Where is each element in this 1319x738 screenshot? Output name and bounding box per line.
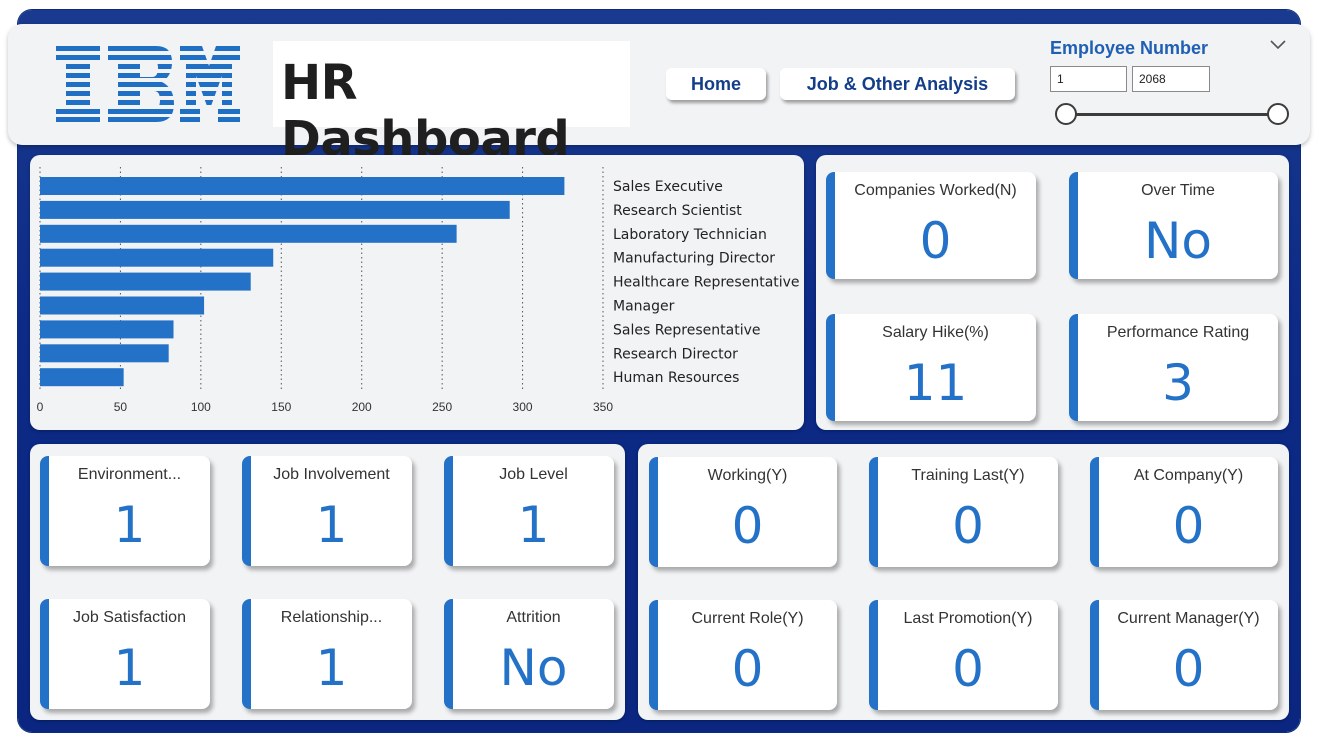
kpi-value: 0 — [731, 640, 764, 698]
x-tick-label: 200 — [352, 400, 372, 414]
bar[interactable] — [40, 344, 169, 363]
kpi-value: 0 — [1172, 640, 1205, 698]
kpi-card-salary-hike: Salary Hike(%) 11 — [826, 314, 1036, 421]
kpi-label: Companies Worked(N) — [854, 182, 1017, 199]
slicer-max-input[interactable]: 2068 — [1132, 66, 1210, 92]
title-box: HR Dashboard — [273, 41, 630, 167]
kpi-value: 1 — [315, 639, 348, 697]
kpi-label: Current Role(Y) — [691, 610, 804, 627]
bar[interactable] — [40, 177, 565, 195]
home-button[interactable]: Home — [666, 68, 766, 100]
kpi-value: 11 — [903, 354, 968, 412]
kpi-value: 0 — [919, 212, 952, 270]
bar[interactable] — [40, 368, 124, 387]
category-label: Healthcare Representative — [613, 275, 800, 291]
category-label: Laboratory Technician — [613, 227, 767, 243]
x-tick-label: 50 — [114, 400, 128, 414]
kpi-label: Job Involvement — [273, 466, 390, 483]
x-tick-label: 250 — [432, 400, 452, 414]
bar[interactable] — [40, 320, 174, 339]
kpi-card-current-role: Current Role(Y) 0 — [649, 600, 837, 710]
slider-min-handle[interactable] — [1055, 103, 1077, 125]
x-tick-label: 300 — [513, 400, 533, 414]
kpi-card-job-satisfaction: Job Satisfaction 1 — [40, 599, 210, 709]
job-role-chart-panel: 0 50 100 150 200 250 300 350 Sales Executive Rese… — [30, 155, 804, 430]
kpi-card-performance-rating: Performance Rating 3 — [1069, 314, 1278, 421]
kpi-label: Job Satisfaction — [73, 609, 186, 626]
kpi-card-over-time: Over Time No — [1069, 172, 1278, 279]
category-label: Sales Representative — [613, 322, 761, 338]
category-label: Sales Executive — [613, 179, 723, 195]
kpi-label: Salary Hike(%) — [882, 324, 989, 341]
kpi-card-at-company: At Company(Y) 0 — [1090, 457, 1278, 567]
ibm-logo — [56, 46, 240, 122]
bar[interactable] — [40, 248, 274, 267]
kpi-card-companies-worked: Companies Worked(N) 0 — [826, 172, 1036, 279]
slicer-title: Employee Number — [1050, 38, 1209, 58]
kpi-card-working: Working(Y) 0 — [649, 457, 837, 567]
kpi-card-job-involvement: Job Involvement 1 — [242, 456, 412, 566]
kpi-label: Environment... — [77, 466, 182, 483]
category-label: Human Resources — [613, 370, 739, 386]
kpi-panel-top: Companies Worked(N) 0 Over Time No Salar… — [816, 155, 1289, 430]
header-bar: HR Dashboard Home Job & Other Analysis E… — [8, 24, 1310, 167]
kpi-card-relationship: Relationship... 1 — [242, 599, 412, 709]
kpi-value: 1 — [517, 496, 550, 554]
kpi-value: 0 — [1172, 497, 1205, 555]
job-other-analysis-button[interactable]: Job & Other Analysis — [780, 68, 1015, 100]
x-tick-label: 150 — [271, 400, 291, 414]
kpi-value: No — [1144, 212, 1212, 270]
chevron-down-icon[interactable] — [1270, 40, 1286, 50]
kpi-panel-left: Environment... 1 Job Involvement 1 Job L… — [30, 444, 625, 720]
x-tick-label: 100 — [191, 400, 211, 414]
slider-track[interactable] — [1066, 113, 1278, 116]
kpi-card-last-promotion: Last Promotion(Y) 0 — [869, 600, 1058, 710]
kpi-card-training-last: Training Last(Y) 0 — [869, 457, 1058, 567]
category-label: Manufacturing Director — [613, 251, 775, 267]
kpi-card-environment: Environment... 1 — [40, 456, 210, 566]
bar[interactable] — [40, 272, 251, 291]
slider-max-handle[interactable] — [1267, 103, 1289, 125]
slicer-min-input[interactable]: 1 — [1050, 66, 1127, 92]
kpi-label: Performance Rating — [1106, 324, 1250, 341]
kpi-label: Job Level — [499, 466, 568, 483]
page-title: HR Dashboard — [281, 55, 570, 167]
kpi-label: Last Promotion(Y) — [903, 610, 1033, 627]
kpi-value: 1 — [113, 496, 146, 554]
kpi-value: 1 — [113, 639, 146, 697]
kpi-label: Over Time — [1141, 182, 1215, 199]
kpi-value: 0 — [952, 640, 984, 698]
kpi-label: Training Last(Y) — [911, 467, 1025, 484]
kpi-value: 0 — [952, 497, 984, 555]
category-label: Manager — [613, 299, 675, 315]
kpi-value: No — [499, 639, 568, 697]
kpi-label: At Company(Y) — [1133, 467, 1244, 484]
kpi-panel-right: Working(Y) 0 Training Last(Y) 0 At Compa… — [638, 444, 1289, 720]
category-label: Research Director — [613, 346, 738, 362]
kpi-value: 0 — [731, 497, 764, 555]
kpi-label: Attrition — [506, 609, 561, 626]
category-label: Research Scientist — [613, 203, 742, 219]
kpi-label: Current Manager(Y) — [1117, 610, 1260, 627]
kpi-card-current-manager: Current Manager(Y) 0 — [1090, 600, 1278, 710]
x-tick-label: 350 — [593, 400, 613, 414]
kpi-value: 3 — [1162, 354, 1194, 412]
kpi-card-attrition: Attrition No — [444, 599, 614, 709]
kpi-card-job-level: Job Level 1 — [444, 456, 614, 566]
kpi-label: Working(Y) — [707, 467, 788, 484]
kpi-value: 1 — [315, 496, 348, 554]
bar[interactable] — [40, 200, 510, 219]
kpi-label: Relationship... — [280, 609, 383, 626]
bar[interactable] — [40, 296, 205, 315]
bar[interactable] — [40, 224, 457, 243]
job-role-bar-chart: 0 50 100 150 200 250 300 350 Sales Executive Rese… — [37, 167, 800, 414]
x-tick-label: 0 — [37, 400, 44, 414]
